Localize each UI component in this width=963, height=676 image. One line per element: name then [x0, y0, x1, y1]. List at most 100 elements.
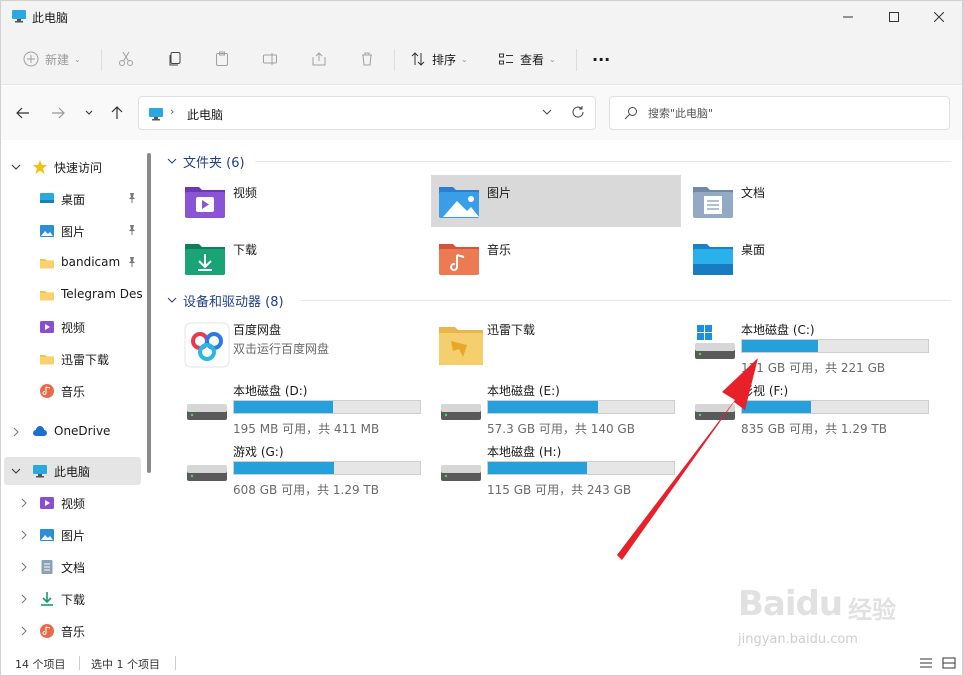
- nav-quick-access[interactable]: 快速访问: [4, 153, 141, 181]
- drive-usage-fill: [488, 462, 587, 474]
- chevron-down-icon: [167, 158, 177, 164]
- nav-pc-item[interactable]: 文档: [4, 553, 141, 581]
- nav-pc-item-label: 下载: [61, 593, 86, 607]
- music-icon: [39, 623, 55, 639]
- view-button-label: 查看: [520, 52, 545, 67]
- chevron-right-icon[interactable]: [18, 593, 30, 605]
- chevron-down-icon: [167, 297, 177, 303]
- recent-locations-button[interactable]: [79, 103, 99, 123]
- chevron-right-icon[interactable]: [18, 529, 30, 541]
- refresh-icon[interactable]: [571, 105, 585, 119]
- drive-label: 游戏 (G:): [233, 445, 284, 459]
- more-icon: ···: [592, 49, 611, 69]
- folder-tile[interactable]: 音乐: [431, 232, 681, 284]
- folder-label: 文档: [741, 186, 766, 200]
- folder-tile[interactable]: 视频: [177, 175, 427, 227]
- drive-tile[interactable]: 百度网盘 双击运行百度网盘: [177, 319, 427, 379]
- search-box[interactable]: [609, 96, 950, 130]
- chevron-right-icon[interactable]: [18, 497, 30, 509]
- nav-quick-item[interactable]: 音乐: [4, 377, 141, 405]
- nav-onedrive-label: OneDrive: [54, 424, 111, 438]
- forward-button[interactable]: [48, 103, 68, 123]
- nav-quick-item[interactable]: 图片: [4, 217, 141, 245]
- cut-button[interactable]: [118, 47, 134, 71]
- details-view-icon[interactable]: [919, 656, 933, 670]
- minimize-button[interactable]: [825, 1, 871, 33]
- drive-tile[interactable]: 本地磁盘 (C:) 131 GB 可用，共 221 GB: [685, 319, 935, 379]
- folder-tile[interactable]: 桌面: [685, 232, 935, 284]
- chevron-down-icon[interactable]: [10, 465, 22, 477]
- nav-quick-item[interactable]: Telegram Des: [4, 281, 143, 309]
- toolbar-divider: [101, 49, 102, 71]
- new-button-label: 新建: [45, 52, 70, 67]
- drive-tile[interactable]: 迅雷下载: [431, 319, 681, 379]
- videos-folder-icon: [183, 181, 227, 221]
- nav-quick-item[interactable]: 视频: [4, 313, 141, 341]
- tiles-view-icon[interactable]: [942, 656, 956, 670]
- nav-pc-item[interactable]: 下载: [4, 585, 141, 613]
- drive-usage-fill: [742, 340, 818, 352]
- nav-pc-item[interactable]: 视频: [4, 489, 141, 517]
- desktop-icon: [39, 191, 55, 207]
- hard-drive-icon: [437, 382, 485, 430]
- breadcrumb-path[interactable]: 此电脑: [187, 106, 223, 123]
- nav-pc-item[interactable]: 音乐: [4, 617, 141, 645]
- nav-this-pc[interactable]: 此电脑: [4, 457, 141, 485]
- drive-usage-bar: [741, 339, 929, 353]
- chevron-down-icon[interactable]: [10, 161, 22, 173]
- nav-pc-item[interactable]: 图片: [4, 521, 141, 549]
- nav-pc-item-label: 视频: [61, 497, 86, 511]
- drive-tile[interactable]: 游戏 (G:) 608 GB 可用，共 1.29 TB: [177, 441, 427, 501]
- nav-onedrive[interactable]: OneDrive: [4, 418, 141, 446]
- folders-group-header[interactable]: 文件夹 (6): [167, 151, 245, 171]
- folder-icon: [39, 351, 55, 367]
- drive-label: 本地磁盘 (H:): [487, 445, 562, 459]
- drive-tile[interactable]: 本地磁盘 (D:) 195 MB 可用，共 411 MB: [177, 380, 427, 440]
- address-bar[interactable]: › 此电脑: [138, 96, 596, 130]
- back-button[interactable]: [13, 103, 33, 123]
- documents-folder-icon: [691, 181, 735, 221]
- group-divider: [255, 161, 951, 162]
- desktop-folder-icon: [691, 238, 735, 278]
- videos-icon: [39, 319, 55, 335]
- drive-usage-bar: [233, 400, 421, 414]
- drive-tile[interactable]: 影视 (F:) 835 GB 可用，共 1.29 TB: [685, 380, 935, 440]
- view-button[interactable]: 查看 ⌄: [498, 47, 556, 71]
- rename-button[interactable]: [262, 47, 278, 71]
- folder-tile[interactable]: 文档: [685, 175, 935, 227]
- drive-label: 百度网盘: [233, 323, 282, 337]
- up-button[interactable]: [107, 103, 127, 123]
- nav-quick-item[interactable]: bandicam: [4, 249, 141, 277]
- sort-button-label: 排序: [432, 52, 457, 67]
- copy-button[interactable]: [167, 47, 183, 71]
- drive-usage-fill: [234, 401, 333, 413]
- new-button[interactable]: 新建 ⌄: [23, 47, 81, 71]
- nav-quick-item[interactable]: 迅雷下载: [4, 345, 141, 373]
- close-button[interactable]: [916, 1, 962, 33]
- drive-label: 本地磁盘 (D:): [233, 384, 308, 398]
- toolbar-divider: [576, 49, 577, 71]
- maximize-button[interactable]: [871, 1, 917, 33]
- more-options-button[interactable]: ···: [592, 47, 610, 71]
- folder-icon: [39, 255, 55, 271]
- folder-tile[interactable]: 下载: [177, 232, 427, 284]
- drive-tile[interactable]: 本地磁盘 (E:) 57.3 GB 可用，共 140 GB: [431, 380, 681, 440]
- chevron-right-icon[interactable]: [18, 561, 30, 573]
- chevron-down-icon[interactable]: [540, 105, 554, 119]
- search-input[interactable]: [648, 104, 938, 122]
- folder-tile[interactable]: 图片: [431, 175, 681, 227]
- title-bar: 此电脑: [1, 1, 962, 33]
- folder-icon: [39, 287, 55, 303]
- paste-button[interactable]: [214, 47, 230, 71]
- drives-group-header[interactable]: 设备和驱动器 (8): [167, 290, 284, 310]
- chevron-right-icon[interactable]: [18, 625, 30, 637]
- share-button[interactable]: [311, 47, 327, 71]
- nav-pc-item-label: 图片: [61, 529, 86, 543]
- nav-quick-item[interactable]: 桌面: [4, 185, 141, 213]
- nav-scrollbar[interactable]: [147, 153, 151, 473]
- chevron-right-icon[interactable]: [10, 426, 22, 438]
- drive-free-space: 131 GB 可用，共 221 GB: [741, 361, 886, 375]
- sort-button[interactable]: 排序 ⌄: [410, 47, 468, 71]
- delete-button[interactable]: [359, 47, 375, 71]
- drive-tile[interactable]: 本地磁盘 (H:) 115 GB 可用，共 243 GB: [431, 441, 681, 501]
